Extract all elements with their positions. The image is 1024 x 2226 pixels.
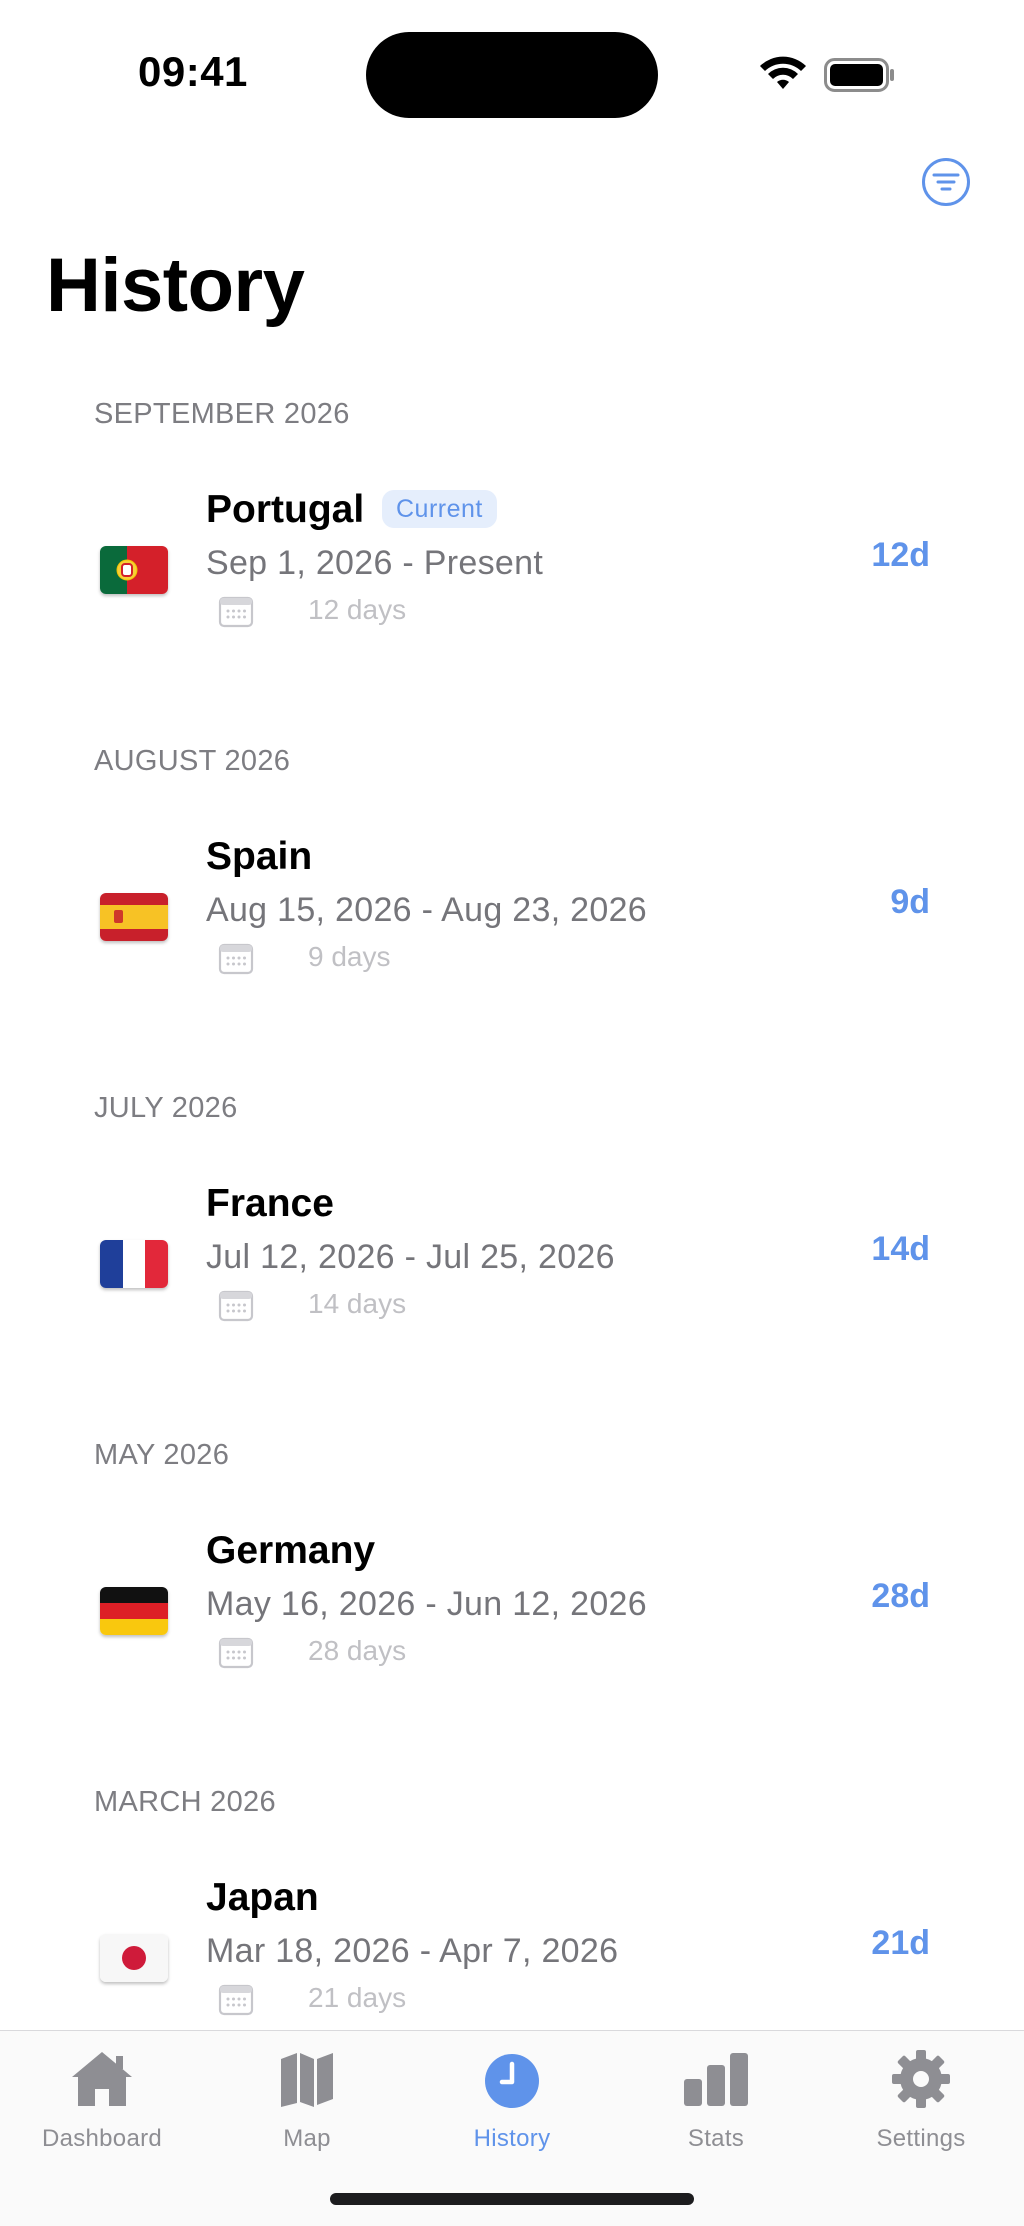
tab-label: Settings [876, 2125, 966, 2152]
tab-label: Dashboard [41, 2125, 163, 2152]
date-range: Sep 1, 2026 - Present [206, 544, 544, 582]
section-header-july: JULY 2026 [94, 1092, 238, 1124]
house-icon [72, 2052, 132, 2106]
wifi-icon [760, 56, 806, 89]
duration-label: 28d [871, 1577, 930, 1615]
tab-label: History [473, 2125, 551, 2152]
section-header-august: AUGUST 2026 [94, 745, 291, 777]
calendar-icon [218, 1984, 254, 2016]
battery-icon [824, 58, 894, 92]
days-text: 28 days [308, 1635, 407, 1666]
calendar-icon [218, 1637, 254, 1669]
bar-chart-icon [684, 2053, 748, 2106]
tab-label: Map [283, 2125, 331, 2152]
portugal-flag-icon [100, 546, 168, 594]
duration-label: 9d [890, 883, 930, 921]
tab-bar: Dashboard Map History Stats Settings [0, 2030, 1024, 2226]
country-name: Portugal [206, 488, 365, 531]
filter-button[interactable] [921, 157, 971, 207]
days-text: 14 days [308, 1288, 407, 1319]
status-time: 09:41 [138, 48, 248, 95]
duration-label: 14d [871, 1230, 930, 1268]
date-range: Aug 15, 2026 - Aug 23, 2026 [206, 891, 648, 929]
clock-icon [485, 2054, 539, 2108]
trip-row-portugal[interactable]: Portugal Current Sep 1, 2026 - Present 1… [46, 480, 978, 690]
home-indicator [330, 2193, 694, 2205]
tab-history[interactable]: History [422, 2041, 602, 2161]
calendar-icon [218, 943, 254, 975]
date-range: May 16, 2026 - Jun 12, 2026 [206, 1585, 647, 1623]
days-text: 21 days [308, 1982, 407, 2013]
section-header-september: SEPTEMBER 2026 [94, 398, 350, 430]
tab-map[interactable]: Map [217, 2041, 397, 2161]
days-text: 12 days [308, 594, 407, 625]
spain-flag-icon [100, 893, 168, 941]
page-title: History [46, 243, 305, 328]
country-name: Germany [206, 1529, 376, 1572]
trip-row-france[interactable]: France Jul 12, 2026 - Jul 25, 2026 14 da… [46, 1174, 978, 1384]
map-icon [281, 2053, 333, 2107]
tab-settings[interactable]: Settings [831, 2041, 1011, 2161]
trip-row-spain[interactable]: Spain Aug 15, 2026 - Aug 23, 2026 9 days… [46, 827, 978, 1037]
country-name: Japan [206, 1876, 319, 1919]
section-header-may: MAY 2026 [94, 1439, 230, 1471]
date-range: Jul 12, 2026 - Jul 25, 2026 [206, 1238, 615, 1276]
japan-flag-icon [100, 1934, 168, 1982]
calendar-icon [218, 596, 254, 628]
tab-stats[interactable]: Stats [626, 2041, 806, 2161]
trip-row-germany[interactable]: Germany May 16, 2026 - Jun 12, 2026 28 d… [46, 1521, 978, 1731]
section-header-march: MARCH 2026 [94, 1786, 276, 1818]
dynamic-island [366, 32, 658, 118]
france-flag-icon [100, 1240, 168, 1288]
country-name: France [206, 1182, 334, 1225]
tab-label: Stats [687, 2125, 745, 2152]
country-name: Spain [206, 835, 313, 878]
duration-label: 21d [871, 1924, 930, 1962]
days-text: 9 days [308, 941, 391, 972]
current-badge: Current [382, 490, 497, 528]
date-range: Mar 18, 2026 - Apr 7, 2026 [206, 1932, 619, 1970]
status-bar: 09:41 [0, 0, 1024, 150]
tab-dashboard[interactable]: Dashboard [12, 2041, 192, 2161]
duration-label: 12d [871, 536, 930, 574]
germany-flag-icon [100, 1587, 168, 1635]
gear-icon [892, 2050, 950, 2108]
calendar-icon [218, 1290, 254, 1322]
